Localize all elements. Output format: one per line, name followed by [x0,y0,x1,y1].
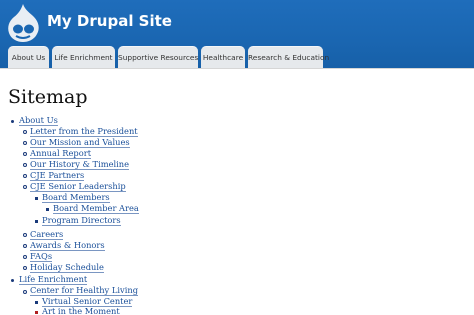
bullet-icon [23,244,27,248]
sitemap-link-mission-values[interactable]: Our Mission and Values [30,137,130,148]
bullet-icon [23,174,27,178]
sitemap-link-art-in-the-moment[interactable]: Art in the Moment [42,306,120,315]
sitemap-link-program-directors[interactable]: Program Directors [42,215,121,226]
sitemap-link-life-enrichment[interactable]: Life Enrichment [19,274,88,285]
bullet-icon [23,163,27,167]
sitemap-link-cje-partners[interactable]: CJE Partners [30,170,85,181]
sitemap-link-board-members[interactable]: Board Members [42,192,110,203]
bullet-icon [35,311,38,314]
bullet-icon [46,208,49,211]
bullet-icon [23,141,27,145]
sitemap-link-awards-honors[interactable]: Awards & Honors [30,240,105,251]
bullet-icon [35,197,38,200]
bullet-icon [23,290,27,294]
sitemap-link-annual-report[interactable]: Annual Report [30,148,92,159]
bullet-icon [23,233,27,237]
sitemap-link-cje-senior-leadership[interactable]: CJE Senior Leadership [30,181,126,192]
sitemap-link-holiday-schedule[interactable]: Holiday Schedule [30,262,104,273]
sitemap-link-faqs[interactable]: FAQs [30,251,53,262]
bullet-icon [11,279,14,282]
sitemap-link-careers[interactable]: Careers [30,229,64,240]
sitemap-link-history-timeline[interactable]: Our History & Timeline [30,159,130,170]
bullet-icon [23,185,27,189]
sitemap-link-center-healthy-living[interactable]: Center for Healthy Living [30,285,139,296]
bullet-icon [23,152,27,156]
sitemap-link-about-us[interactable]: About Us [19,115,58,126]
bullet-icon [23,130,27,134]
bullet-icon [35,220,38,223]
bullet-icon [11,120,14,123]
bullet-icon [23,255,27,259]
sitemap-link-board-member-area[interactable]: Board Member Area [53,203,139,214]
sitemap-link-letter-from-president[interactable]: Letter from the President [30,126,138,137]
bullet-icon [35,301,38,304]
sitemap-tree: About Us Letter from the President Our M… [0,0,474,315]
bullet-icon [23,266,27,270]
